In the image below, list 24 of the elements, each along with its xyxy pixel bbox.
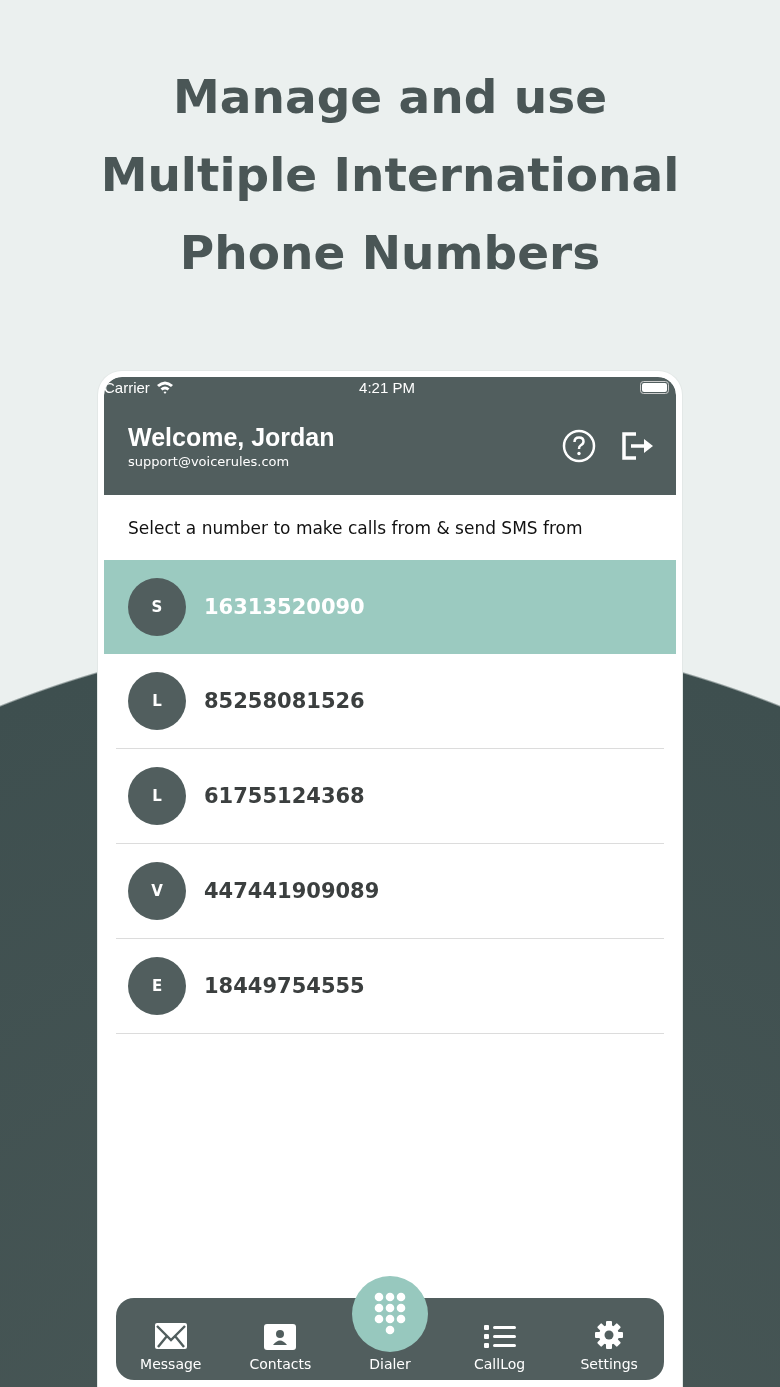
phone-number: 61755124368	[204, 784, 365, 808]
headline: Manage and use	[172, 68, 607, 126]
tab-button[interactable]: Contacts	[225, 1324, 336, 1372]
carrier-label: Carrier	[104, 378, 150, 396]
phone-number: 16313520090	[204, 595, 365, 619]
headline: Multiple International	[100, 146, 680, 204]
initial-avatar: V	[128, 862, 186, 920]
initial-avatar: S	[128, 578, 186, 636]
tab-label: Dialer	[369, 1356, 411, 1372]
number-row[interactable]: S 16313520090	[104, 560, 676, 654]
initial-avatar: L	[128, 767, 186, 825]
instruction-text: Select a number to make calls from & send SMS from	[127, 516, 584, 540]
welcome-title: Welcome, Jordan	[128, 423, 335, 452]
status-time: 4:21 PM	[359, 378, 415, 396]
phone-number: 18449754555	[204, 974, 365, 998]
phone-number: 447441909089	[204, 879, 380, 903]
initial-avatar: L	[128, 672, 186, 730]
account-email: support@voicerules.com	[128, 454, 291, 469]
initial-avatar: E	[128, 957, 186, 1015]
headline: Phone Numbers	[179, 224, 601, 282]
tab-button[interactable]: CallLog	[444, 1324, 555, 1372]
tab-button[interactable]: Message	[116, 1322, 226, 1372]
tab-button[interactable]: Settings	[554, 1320, 664, 1372]
phone-number: 85258081526	[204, 689, 365, 713]
